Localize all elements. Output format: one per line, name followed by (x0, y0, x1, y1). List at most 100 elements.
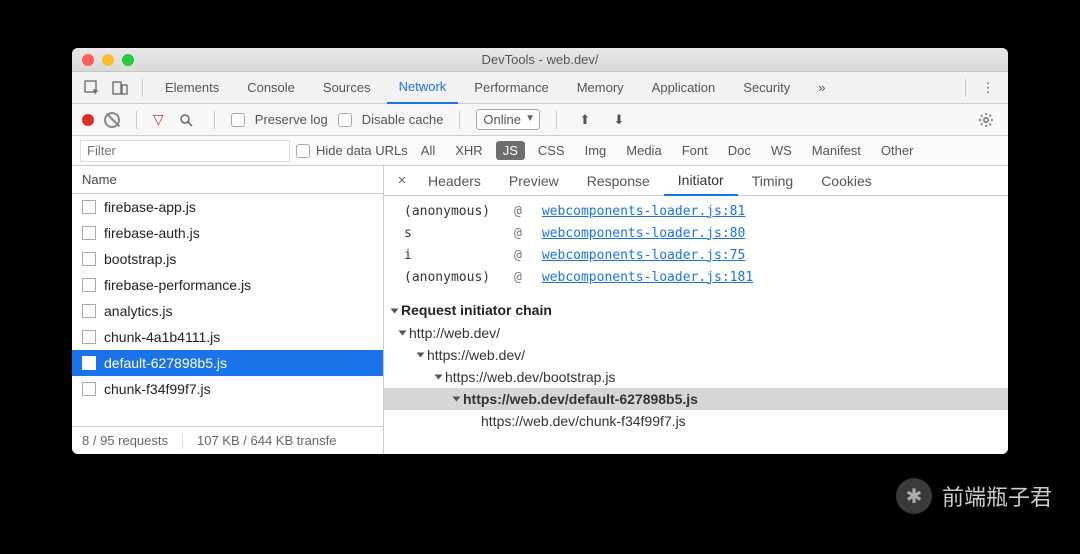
filter-bar: Hide data URLs AllXHRJSCSSImgMediaFontDo… (72, 136, 1008, 166)
chain-row[interactable]: https://web.dev/default-627898b5.js (384, 388, 1008, 410)
js-file-icon (82, 304, 96, 318)
download-icon[interactable]: ⬇ (607, 108, 631, 132)
request-name: chunk-f34f99f7.js (104, 381, 211, 397)
preserve-log-label: Preserve log (255, 112, 328, 127)
search-icon[interactable] (174, 108, 198, 132)
status-bar: 8 / 95 requests 107 KB / 644 KB transfe (72, 426, 383, 454)
type-filter-ws[interactable]: WS (764, 141, 799, 160)
stack-frame: i@ webcomponents-loader.js:75 (404, 244, 998, 266)
type-filter-xhr[interactable]: XHR (448, 141, 489, 160)
js-file-icon (82, 356, 96, 370)
inspect-icon[interactable] (80, 76, 104, 100)
split-panel: Name firebase-app.js firebase-auth.js boot… (72, 166, 1008, 454)
chain-url: https://web.dev/ (427, 347, 525, 363)
tab-memory[interactable]: Memory (565, 72, 636, 104)
stack-fn: s (404, 226, 494, 241)
request-name: analytics.js (104, 303, 172, 319)
chain-url: https://web.dev/bootstrap.js (445, 369, 615, 385)
request-row[interactable]: firebase-auth.js (72, 220, 383, 246)
name-header[interactable]: Name (72, 166, 383, 194)
hide-data-urls-checkbox[interactable] (296, 144, 310, 158)
chain-row[interactable]: https://web.dev/chunk-f34f99f7.js (384, 410, 1008, 432)
detail-tab-timing[interactable]: Timing (738, 166, 808, 196)
transfer-size: 107 KB / 644 KB transfe (197, 433, 336, 448)
request-row[interactable]: default-627898b5.js (72, 350, 383, 376)
detail-tab-response[interactable]: Response (573, 166, 664, 196)
request-row[interactable]: chunk-4a1b4111.js (72, 324, 383, 350)
watermark-text: 前端瓶子君 (942, 480, 1052, 512)
request-row[interactable]: firebase-performance.js (72, 272, 383, 298)
separator (214, 111, 215, 129)
request-row[interactable]: analytics.js (72, 298, 383, 324)
stack-at: @ (514, 248, 522, 263)
request-name: firebase-app.js (104, 199, 196, 215)
chevron-down-icon (453, 397, 461, 402)
type-filter-manifest[interactable]: Manifest (805, 141, 868, 160)
type-filter-doc[interactable]: Doc (721, 141, 758, 160)
record-button[interactable] (82, 114, 94, 126)
detail-tab-headers[interactable]: Headers (414, 166, 495, 196)
chain-row[interactable]: https://web.dev/ (384, 344, 1008, 366)
type-filter-all[interactable]: All (414, 141, 442, 160)
throttle-select[interactable]: Online (476, 109, 540, 130)
type-filter-other[interactable]: Other (874, 141, 921, 160)
stack-frame: (anonymous)@ webcomponents-loader.js:181 (404, 266, 998, 288)
stack-at: @ (514, 204, 522, 219)
detail-tabs: × HeadersPreviewResponseInitiatorTimingC… (384, 166, 1008, 196)
disable-cache-label: Disable cache (362, 112, 444, 127)
titlebar: DevTools - web.dev/ (72, 48, 1008, 72)
device-icon[interactable] (108, 76, 132, 100)
chain-row[interactable]: http://web.dev/ (384, 322, 1008, 344)
filter-input[interactable] (80, 140, 290, 162)
stack-frame: s@ webcomponents-loader.js:80 (404, 222, 998, 244)
chevron-down-icon (435, 375, 443, 380)
tab-security[interactable]: Security (731, 72, 802, 104)
panel-tabs: ElementsConsoleSourcesNetworkPerformance… (72, 72, 1008, 104)
type-filter-css[interactable]: CSS (531, 141, 572, 160)
request-row[interactable]: bootstrap.js (72, 246, 383, 272)
kebab-menu-icon[interactable]: ⋮ (976, 76, 1000, 100)
preserve-log-checkbox[interactable] (231, 113, 245, 127)
request-name: bootstrap.js (104, 251, 176, 267)
tab-application[interactable]: Application (640, 72, 728, 104)
stack-location-link[interactable]: webcomponents-loader.js:81 (542, 204, 746, 219)
tab-sources[interactable]: Sources (311, 72, 383, 104)
stack-at: @ (514, 270, 522, 285)
type-filter-media[interactable]: Media (619, 141, 668, 160)
request-name: firebase-auth.js (104, 225, 200, 241)
tab-performance[interactable]: Performance (462, 72, 560, 104)
request-row[interactable]: firebase-app.js (72, 194, 383, 220)
request-list-panel: Name firebase-app.js firebase-auth.js boot… (72, 166, 384, 454)
tab-elements[interactable]: Elements (153, 72, 231, 104)
disable-cache-checkbox[interactable] (338, 113, 352, 127)
chevron-down-icon (417, 353, 425, 358)
detail-tab-initiator[interactable]: Initiator (664, 166, 738, 196)
close-detail-icon[interactable]: × (390, 172, 414, 189)
js-file-icon (82, 382, 96, 396)
detail-tab-cookies[interactable]: Cookies (807, 166, 886, 196)
settings-gear-icon[interactable] (974, 108, 998, 132)
clear-button[interactable] (104, 112, 120, 128)
separator (182, 433, 183, 449)
stack-location-link[interactable]: webcomponents-loader.js:80 (542, 226, 746, 241)
stack-location-link[interactable]: webcomponents-loader.js:181 (542, 270, 753, 285)
type-filter-js[interactable]: JS (496, 141, 525, 160)
js-file-icon (82, 200, 96, 214)
chevron-down-icon (399, 331, 407, 336)
request-list: firebase-app.js firebase-auth.js bootstrap… (72, 194, 383, 426)
detail-tab-preview[interactable]: Preview (495, 166, 573, 196)
request-row[interactable]: chunk-f34f99f7.js (72, 376, 383, 402)
stack-location-link[interactable]: webcomponents-loader.js:75 (542, 248, 746, 263)
tab-network[interactable]: Network (387, 72, 459, 104)
initiator-chain-header[interactable]: Request initiator chain (384, 296, 1008, 322)
wechat-icon: ✱ (896, 478, 932, 514)
devtools-window: DevTools - web.dev/ ElementsConsoleSourc… (72, 48, 1008, 454)
filter-icon[interactable]: ▽ (153, 111, 164, 128)
chain-row[interactable]: https://web.dev/bootstrap.js (384, 366, 1008, 388)
upload-icon[interactable]: ⬆ (573, 108, 597, 132)
type-filter-img[interactable]: Img (578, 141, 614, 160)
type-filter-font[interactable]: Font (675, 141, 715, 160)
js-file-icon (82, 330, 96, 344)
tab-console[interactable]: Console (235, 72, 307, 104)
tabs-overflow[interactable]: » (806, 72, 837, 104)
